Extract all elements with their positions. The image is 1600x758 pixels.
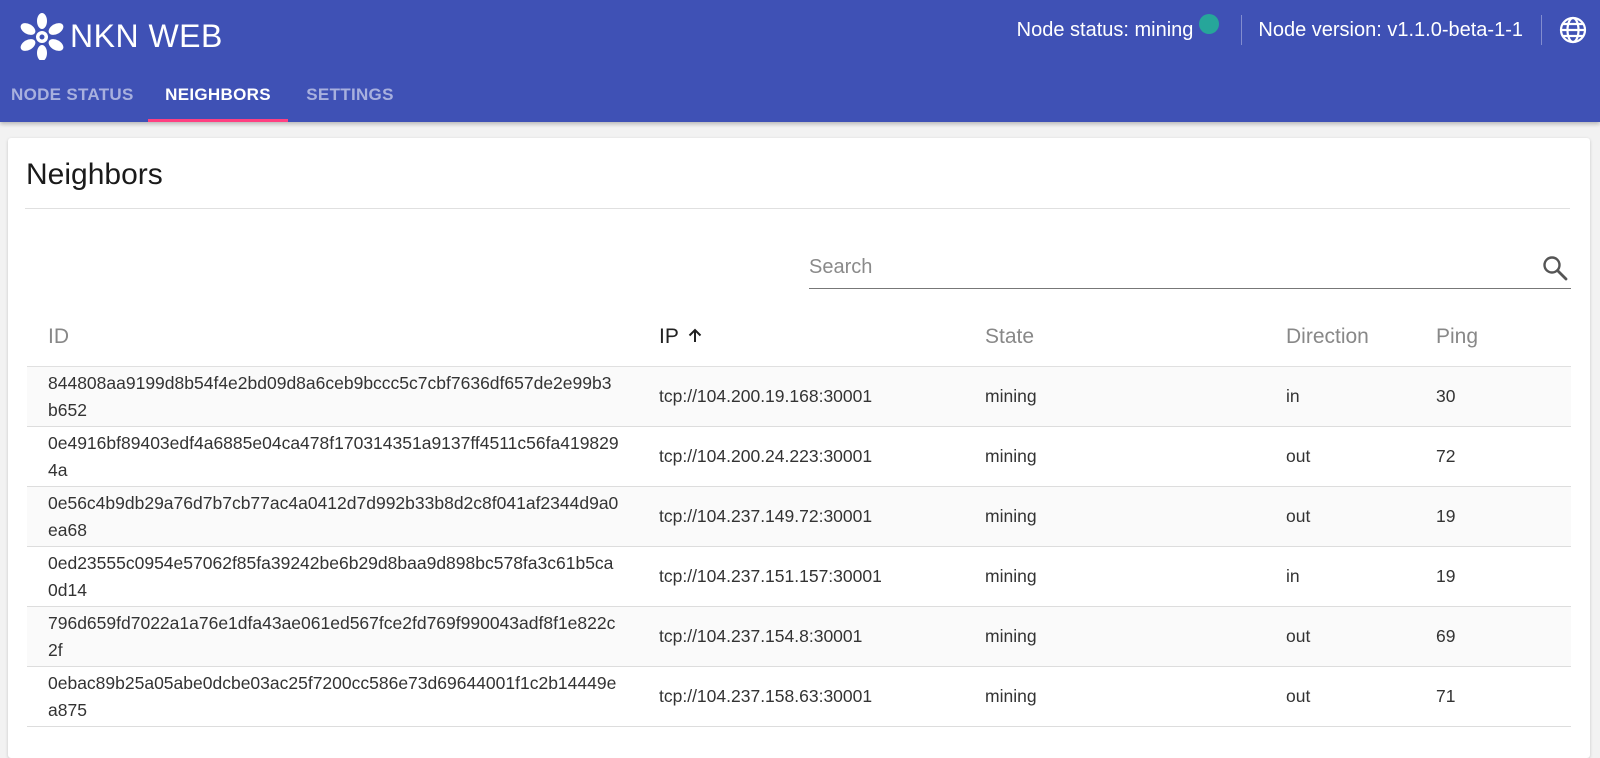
node-info: Node status: mining Node version: v1.1.0… bbox=[1017, 14, 1600, 46]
column-label: Ping bbox=[1436, 325, 1479, 348]
table-row[interactable]: 0e4916bf89403edf4a6885e04ca478f170314351… bbox=[27, 426, 1571, 487]
tab-label: NODE STATUS bbox=[11, 85, 134, 104]
cell-ip: tcp://104.237.158.63:30001 bbox=[638, 666, 964, 727]
table-row[interactable]: 844808aa9199d8b54f4e2bd09d8a6ceb9bccc5c7… bbox=[27, 366, 1571, 427]
divider bbox=[1241, 15, 1243, 45]
brand[interactable]: NKN WEB bbox=[20, 12, 223, 60]
cell-ip: tcp://104.237.149.72:30001 bbox=[638, 486, 964, 547]
cell-direction: out bbox=[1265, 666, 1415, 727]
table-row[interactable]: 0ed23555c0954e57062f85fa39242be6b29d8baa… bbox=[27, 546, 1571, 607]
node-status-label: Node status: mining bbox=[1016, 18, 1194, 41]
tab-label: NEIGHBORS bbox=[165, 85, 271, 104]
search-icon[interactable] bbox=[1541, 254, 1569, 282]
cell-direction: out bbox=[1265, 606, 1415, 667]
search-input[interactable] bbox=[809, 248, 1509, 286]
active-tab-indicator bbox=[148, 119, 288, 122]
cell-id: 0ebac89b25a05abe0dcbe03ac25f7200cc586e73… bbox=[27, 666, 638, 727]
tab-label: SETTINGS bbox=[306, 85, 394, 104]
neighbors-table: ID IP State Direction Ping 844808aa9199d… bbox=[27, 308, 1571, 727]
status-indicator-dot bbox=[1199, 14, 1220, 34]
tab-bar: NODE STATUS NEIGHBORS SETTINGS bbox=[0, 68, 410, 122]
cell-ping: 69 bbox=[1415, 606, 1571, 667]
cell-ping: 72 bbox=[1415, 426, 1571, 487]
tab-node-status[interactable]: NODE STATUS bbox=[0, 68, 138, 122]
column-header-id[interactable]: ID bbox=[27, 308, 638, 367]
cell-direction: out bbox=[1265, 486, 1415, 547]
neighbors-card: Neighbors ID IP State Direction P bbox=[8, 138, 1590, 758]
cell-state: mining bbox=[964, 666, 1265, 727]
column-label: IP bbox=[659, 325, 679, 348]
cell-id: 0e56c4b9db29a76d7b7cb77ac4a0412d7d992b33… bbox=[27, 486, 638, 547]
column-label: State bbox=[985, 325, 1035, 348]
cell-state: mining bbox=[964, 486, 1265, 547]
column-header-direction[interactable]: Direction bbox=[1265, 308, 1415, 367]
cell-id: 0ed23555c0954e57062f85fa39242be6b29d8baa… bbox=[27, 546, 638, 607]
page-title: Neighbors bbox=[26, 158, 163, 191]
app-bar: NKN WEB Node status: mining Node version… bbox=[0, 0, 1600, 122]
node-version-label: Node version: v1.1.0-beta-1-1 bbox=[1258, 18, 1523, 41]
cell-id: 0e4916bf89403edf4a6885e04ca478f170314351… bbox=[27, 426, 638, 487]
cell-direction: out bbox=[1265, 426, 1415, 487]
column-label: Direction bbox=[1286, 325, 1369, 348]
divider bbox=[25, 208, 1570, 209]
column-label: ID bbox=[48, 325, 69, 348]
column-header-state[interactable]: State bbox=[964, 308, 1265, 367]
cell-direction: in bbox=[1265, 546, 1415, 607]
cell-ip: tcp://104.237.154.8:30001 bbox=[638, 606, 964, 667]
cell-ping: 30 bbox=[1415, 366, 1571, 427]
cell-state: mining bbox=[964, 366, 1265, 427]
nkn-logo-icon bbox=[20, 13, 64, 60]
cell-ping: 71 bbox=[1415, 666, 1571, 727]
cell-state: mining bbox=[964, 426, 1265, 487]
app-title: NKN WEB bbox=[70, 17, 223, 54]
column-header-ping[interactable]: Ping bbox=[1415, 308, 1571, 367]
table-row[interactable]: 796d659fd7022a1a76e1dfa43ae061ed567fce2f… bbox=[27, 606, 1571, 667]
cell-id: 796d659fd7022a1a76e1dfa43ae061ed567fce2f… bbox=[27, 606, 638, 667]
table-row[interactable]: 0ebac89b25a05abe0dcbe03ac25f7200cc586e73… bbox=[27, 666, 1571, 727]
tab-neighbors[interactable]: NEIGHBORS bbox=[148, 68, 288, 122]
divider bbox=[1541, 15, 1542, 45]
cell-state: mining bbox=[964, 546, 1265, 607]
search-box bbox=[809, 248, 1571, 289]
cell-id: 844808aa9199d8b54f4e2bd09d8a6ceb9bccc5c7… bbox=[27, 366, 638, 427]
cell-direction: in bbox=[1265, 366, 1415, 427]
cell-ip: tcp://104.200.24.223:30001 bbox=[638, 426, 964, 487]
table-row[interactable]: 0e56c4b9db29a76d7b7cb77ac4a0412d7d992b33… bbox=[27, 486, 1571, 547]
cell-state: mining bbox=[964, 606, 1265, 667]
sort-ascending-icon[interactable] bbox=[686, 327, 704, 345]
cell-ip: tcp://104.200.19.168:30001 bbox=[638, 366, 964, 427]
tab-settings[interactable]: SETTINGS bbox=[290, 68, 410, 122]
column-header-ip[interactable]: IP bbox=[638, 308, 964, 367]
globe-icon[interactable] bbox=[1558, 15, 1588, 45]
cell-ping: 19 bbox=[1415, 546, 1571, 607]
table-header-row: ID IP State Direction Ping bbox=[27, 308, 1571, 367]
cell-ip: tcp://104.237.151.157:30001 bbox=[638, 546, 964, 607]
cell-ping: 19 bbox=[1415, 486, 1571, 547]
